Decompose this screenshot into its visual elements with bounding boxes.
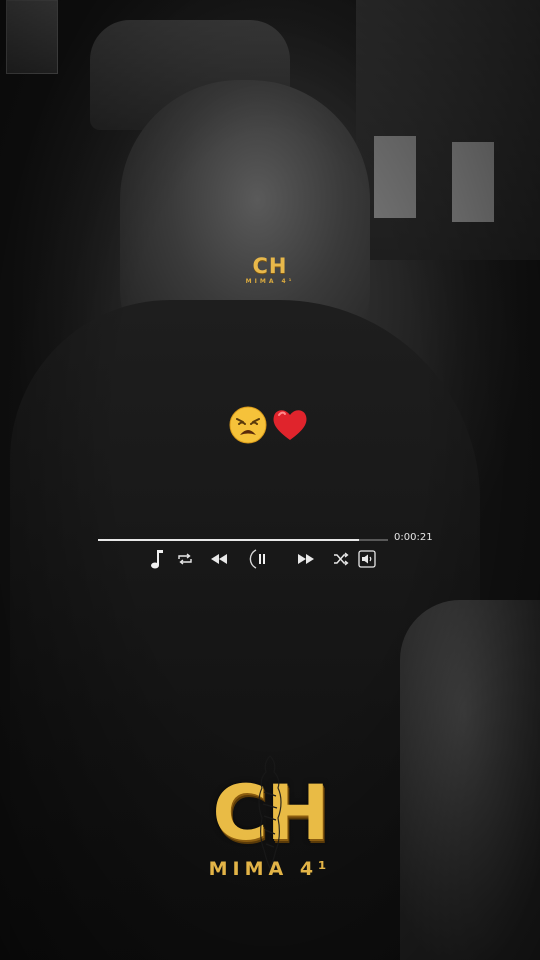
large-logo: CH MIMA 4¹ bbox=[190, 755, 350, 880]
rewind-icon bbox=[211, 554, 227, 564]
red-heart-icon bbox=[273, 410, 307, 440]
shuffle-button[interactable] bbox=[332, 547, 350, 571]
volume-button[interactable] bbox=[357, 547, 377, 571]
repeat-button[interactable] bbox=[176, 547, 194, 571]
music-note-icon bbox=[151, 550, 163, 569]
pause-icon bbox=[249, 549, 265, 569]
elapsed-time: 0:00:21 bbox=[394, 532, 433, 543]
small-logo-title: CH bbox=[252, 254, 288, 278]
large-logo-title: CH bbox=[212, 768, 329, 857]
music-note-button[interactable] bbox=[148, 547, 166, 571]
weary-face-icon bbox=[229, 406, 267, 444]
emoji-row bbox=[228, 405, 318, 449]
progress-bar[interactable] bbox=[98, 539, 388, 541]
pause-button[interactable] bbox=[248, 547, 274, 571]
large-logo-subtitle: MIMA 4¹ bbox=[208, 858, 332, 880]
shuffle-icon bbox=[334, 552, 349, 566]
fast-forward-icon bbox=[298, 554, 314, 564]
small-logo-subtitle: MIMA 4¹ bbox=[245, 278, 295, 285]
repeat-icon bbox=[178, 553, 192, 565]
next-button[interactable] bbox=[297, 547, 315, 571]
progress-fill bbox=[98, 539, 359, 541]
previous-button[interactable] bbox=[210, 547, 228, 571]
volume-icon bbox=[358, 550, 376, 568]
small-logo: CH MIMA 4¹ bbox=[230, 254, 310, 285]
